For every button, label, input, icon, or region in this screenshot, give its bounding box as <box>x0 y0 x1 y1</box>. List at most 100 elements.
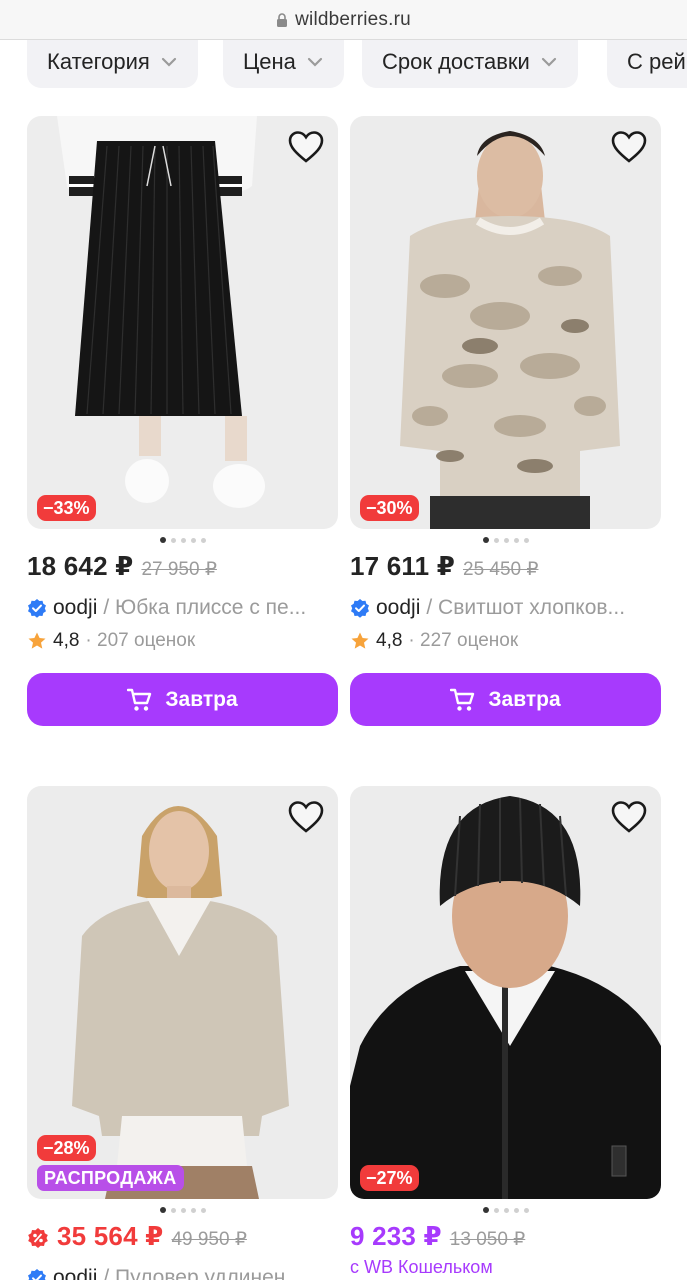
brand-name: oodji <box>53 1266 98 1280</box>
product-name: / Свитшот хлопков... <box>426 596 626 619</box>
filter-category[interactable]: Категория <box>27 40 198 88</box>
discount-badge: −28% <box>37 1135 96 1161</box>
badges: −27% <box>360 1165 419 1191</box>
current-price: 18 642 ₽ <box>27 551 134 581</box>
sweatshirt-photo-illustration <box>350 116 661 529</box>
photo-pagination-dots <box>27 533 338 547</box>
product-title[interactable]: oodji / Пуловер удлинен... <box>27 1261 338 1280</box>
product-card[interactable]: −33% 18 642 ₽ 27 950 ₽ oodji / Юбка плис… <box>27 116 338 726</box>
rating-row: 4,8 · 207 оценок <box>27 627 338 655</box>
product-title[interactable]: oodji / Свитшот хлопков... <box>350 591 661 625</box>
photo-pagination-dots <box>350 1203 661 1217</box>
pagination-dot <box>513 1207 519 1213</box>
pagination-dot <box>493 537 499 543</box>
pagination-dot <box>513 537 519 543</box>
pagination-dot <box>503 537 509 543</box>
chevron-down-icon <box>307 57 323 67</box>
rating-row: 4,8 · 227 оценок <box>350 627 661 655</box>
pagination-dot <box>190 1207 196 1213</box>
pagination-dot <box>493 1207 499 1213</box>
discount-badge: −30% <box>360 495 419 521</box>
url-text: wildberries.ru <box>295 8 411 30</box>
price-row: 18 642 ₽ 27 950 ₽ <box>27 551 338 585</box>
filter-label: С рей <box>627 49 686 74</box>
pagination-dot <box>170 537 176 543</box>
pagination-dot <box>523 1207 529 1213</box>
button-label: Завтра <box>165 687 238 711</box>
brand-name: oodji <box>53 596 98 619</box>
filter-rating[interactable]: С рей <box>607 40 687 88</box>
pagination-dot <box>190 537 196 543</box>
heart-icon[interactable] <box>288 800 324 834</box>
price-row: 9 233 ₽ 13 050 ₽ <box>350 1221 661 1255</box>
old-price: 49 950 ₽ <box>171 1229 247 1250</box>
add-to-cart-button[interactable]: Завтра <box>350 673 661 726</box>
pagination-dot <box>180 537 186 543</box>
product-photo[interactable]: −27% <box>350 786 661 1199</box>
button-label: Завтра <box>488 687 561 711</box>
pagination-dot <box>482 1207 489 1213</box>
pagination-dot <box>180 1207 186 1213</box>
verified-brand-icon <box>28 599 46 618</box>
chevron-down-icon <box>161 57 176 67</box>
skirt-photo-illustration <box>27 116 338 529</box>
pagination-dot <box>159 537 166 543</box>
heart-icon[interactable] <box>611 130 647 164</box>
discount-badge: −27% <box>360 1165 419 1191</box>
filter-label: Цена <box>243 49 296 74</box>
product-photo[interactable]: −33% <box>27 116 338 529</box>
rating-value: 4,8 <box>376 630 403 651</box>
star-icon <box>351 632 369 649</box>
badges: −33% <box>37 495 96 521</box>
cart-icon <box>127 688 152 711</box>
pagination-dot <box>170 1207 176 1213</box>
price-row: 35 564 ₽ 49 950 ₽ <box>27 1221 338 1255</box>
star-icon <box>28 632 46 649</box>
pagination-dot <box>200 537 206 543</box>
browser-address-bar[interactable]: wildberries.ru <box>0 0 687 40</box>
reviews-count: · 207 оценок <box>85 630 196 651</box>
cart-icon <box>450 688 475 711</box>
discount-badge: −33% <box>37 495 96 521</box>
photo-pagination-dots <box>350 533 661 547</box>
add-to-cart-button[interactable]: Завтра <box>27 673 338 726</box>
product-photo[interactable]: −30% <box>350 116 661 529</box>
product-title[interactable]: oodji / Юбка плиссе с пе... <box>27 591 338 625</box>
product-photo[interactable]: −28% РАСПРОДАЖА <box>27 786 338 1199</box>
chevron-down-icon <box>541 57 556 67</box>
pagination-dot <box>482 537 489 543</box>
old-price: 27 950 ₽ <box>141 559 217 580</box>
sale-badge: РАСПРОДАЖА <box>37 1165 184 1191</box>
badges: −30% <box>360 495 419 521</box>
pagination-dot <box>503 1207 509 1213</box>
product-card[interactable]: −30% 17 611 ₽ 25 450 ₽ oodji / Свитшот х… <box>350 116 661 726</box>
reviews-count: · 227 оценок <box>408 630 519 651</box>
heart-icon[interactable] <box>611 800 647 834</box>
sale-percent-icon <box>28 1228 48 1248</box>
rating-value: 4,8 <box>53 630 80 651</box>
wallet-price-note: с WB Кошельком <box>350 1257 493 1277</box>
current-price: 35 564 ₽ <box>57 1221 164 1251</box>
photo-pagination-dots <box>27 1203 338 1217</box>
filter-delivery-time[interactable]: Срок доставки <box>362 40 578 88</box>
old-price: 13 050 ₽ <box>449 1229 526 1250</box>
product-card[interactable]: −27% 9 233 ₽ 13 050 ₽ с WB Кошельком <box>350 786 661 1278</box>
filter-label: Категория <box>47 49 150 74</box>
filter-label: Срок доставки <box>382 49 530 74</box>
filter-price[interactable]: Цена <box>223 40 344 88</box>
product-name: / Пуловер удлинен... <box>103 1266 303 1280</box>
verified-brand-icon <box>28 1269 46 1280</box>
pagination-dot <box>159 1207 166 1213</box>
beanie-photo-illustration <box>350 786 661 1199</box>
current-price: 17 611 ₽ <box>350 551 456 581</box>
pagination-dot <box>200 1207 206 1213</box>
brand-name: oodji <box>376 596 421 619</box>
badges: −28% РАСПРОДАЖА <box>37 1135 184 1191</box>
price-row: 17 611 ₽ 25 450 ₽ <box>350 551 661 585</box>
pagination-dot <box>523 537 529 543</box>
product-card[interactable]: −28% РАСПРОДАЖА 35 564 ₽ 49 950 ₽ oodji … <box>27 786 338 1280</box>
heart-icon[interactable] <box>288 130 324 164</box>
lock-icon <box>276 12 288 27</box>
old-price: 25 450 ₽ <box>463 559 539 580</box>
current-price: 9 233 ₽ <box>350 1221 442 1251</box>
